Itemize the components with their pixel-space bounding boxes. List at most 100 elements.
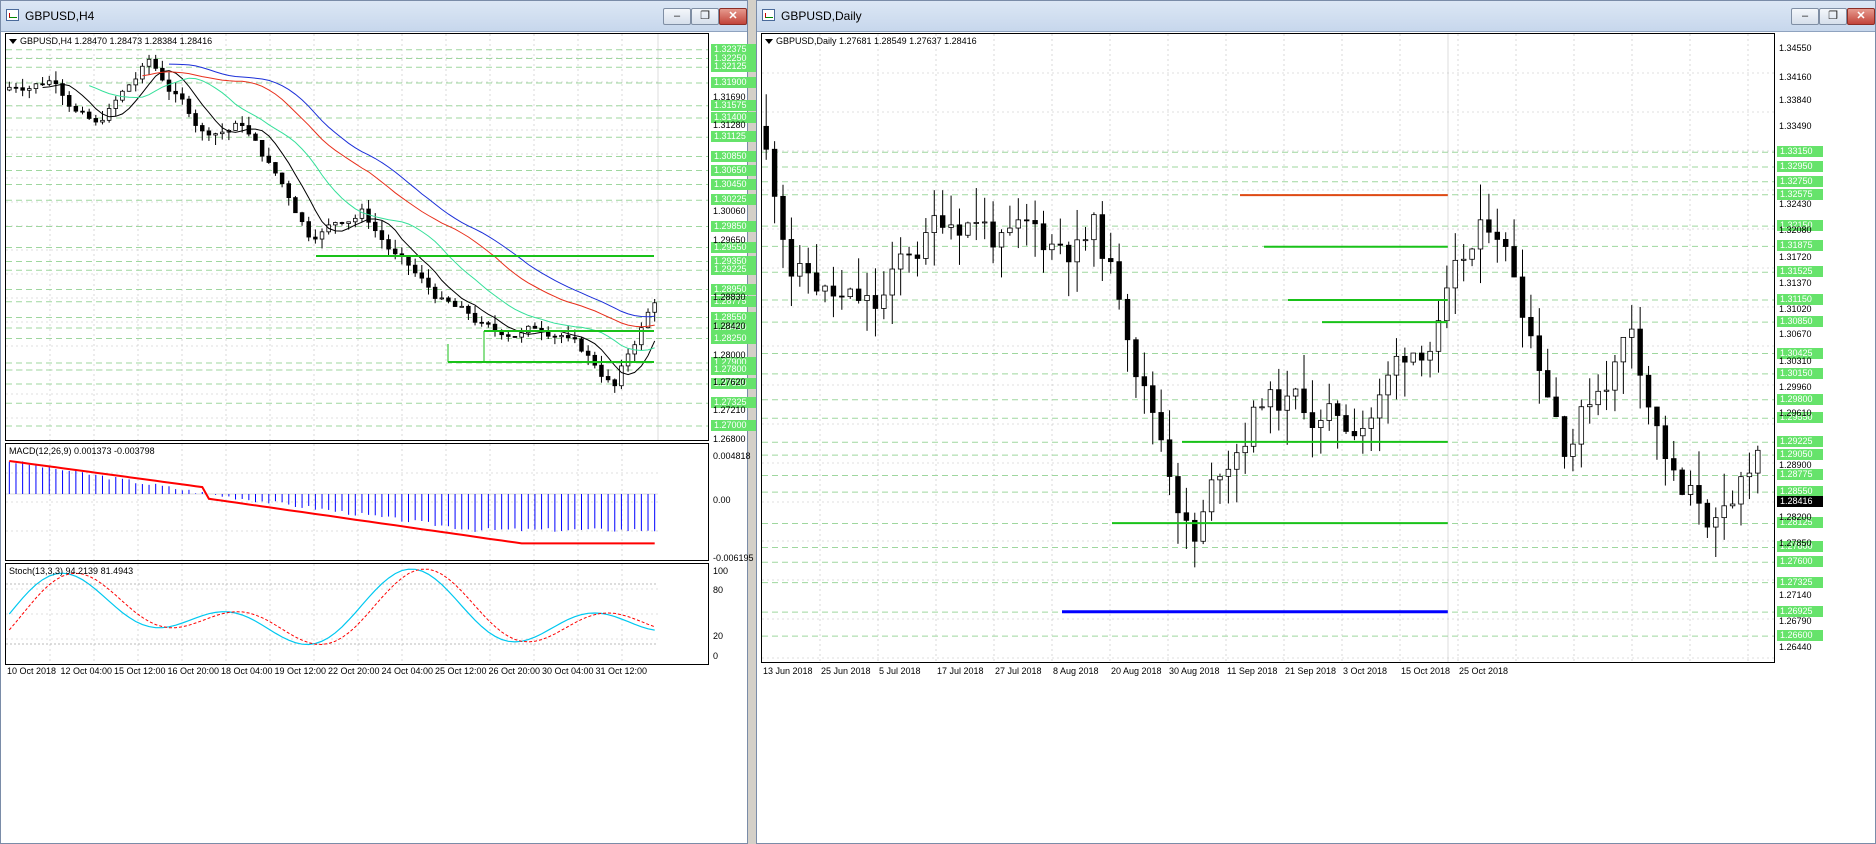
daily-candle bbox=[914, 254, 921, 259]
h4-candle bbox=[446, 297, 451, 302]
h4-time-label: 12 Oct 04:00 bbox=[60, 666, 113, 676]
daily-candle bbox=[906, 253, 912, 256]
daily-candle bbox=[1469, 248, 1475, 260]
daily-price-label: 1.34550 bbox=[1779, 42, 1812, 53]
h4-symbol-info: GBPUSD,H4 1.28470 1.28473 1.28384 1.2841… bbox=[9, 36, 212, 46]
daily-candle bbox=[1175, 476, 1181, 514]
macd-pane[interactable]: MACD(12,26,9) 0.001373 -0.003798 bbox=[5, 443, 709, 561]
daily-candle bbox=[897, 253, 904, 270]
h4-candle bbox=[299, 212, 305, 223]
h4-candle bbox=[625, 353, 631, 367]
h4-candle bbox=[213, 133, 218, 136]
left-chart-window[interactable]: GBPUSD,H4 – ❐ ✕ GBPUSD,H4 1.28470 1.2847… bbox=[0, 0, 757, 844]
daily-price-label: 1.33840 bbox=[1779, 95, 1812, 106]
daily-price-label: 1.29610 bbox=[1779, 407, 1812, 418]
minimize-button[interactable]: – bbox=[663, 8, 691, 25]
daily-candle bbox=[771, 148, 778, 197]
right-title-bar[interactable]: GBPUSD,Daily – ❐ ✕ bbox=[757, 1, 1875, 32]
daily-price-pane[interactable]: GBPUSD,Daily 1.27681 1.28549 1.27637 1.2… bbox=[761, 33, 1775, 663]
macd-plot bbox=[6, 444, 658, 560]
daily-candle bbox=[1578, 406, 1585, 445]
stoch-signal-line bbox=[8, 568, 655, 646]
h4-candle bbox=[346, 221, 351, 224]
right-chart-area[interactable]: GBPUSD,Daily 1.27681 1.28549 1.27637 1.2… bbox=[761, 33, 1873, 843]
close-icon: ✕ bbox=[728, 10, 738, 22]
daily-candle bbox=[1108, 258, 1114, 263]
stoch-axis-label: 20 bbox=[713, 631, 724, 641]
h4-price-label: 1.27210 bbox=[713, 405, 746, 416]
daily-price-label: 1.30310 bbox=[1779, 356, 1812, 367]
h4-candle bbox=[353, 217, 358, 223]
h4-candle bbox=[133, 78, 138, 86]
daily-candle bbox=[1234, 452, 1240, 470]
h4-level-tag: 1.30225 bbox=[711, 194, 757, 206]
left-title-bar[interactable]: GBPUSD,H4 – ❐ ✕ bbox=[1, 1, 747, 32]
h4-candle bbox=[120, 90, 125, 101]
daily-candle bbox=[1410, 352, 1416, 363]
h4-time-label: 19 Oct 12:00 bbox=[274, 666, 327, 676]
h4-candle bbox=[605, 376, 611, 381]
right-chart-window[interactable]: GBPUSD,Daily – ❐ ✕ GBPUSD,Daily 1.27681 … bbox=[756, 0, 1876, 844]
h4-time-label: 30 Oct 04:00 bbox=[542, 666, 594, 676]
daily-candle bbox=[1587, 404, 1593, 408]
stoch-pane[interactable]: Stoch(13,3,3) 94.2139 81.4943 bbox=[5, 563, 709, 665]
restore-icon: ❐ bbox=[1828, 10, 1838, 22]
h4-candle bbox=[60, 83, 65, 96]
close-button[interactable]: ✕ bbox=[1847, 8, 1875, 25]
daily-level-tag: 1.31525 bbox=[1777, 266, 1823, 278]
daily-price-label: 1.31720 bbox=[1779, 251, 1812, 262]
daily-candle bbox=[1721, 505, 1727, 519]
h4-candle bbox=[7, 86, 12, 91]
h4-time-label: 24 Oct 04:00 bbox=[381, 666, 434, 676]
daily-candle bbox=[1679, 469, 1685, 495]
daily-candle bbox=[1007, 227, 1013, 234]
daily-candle bbox=[1250, 406, 1257, 447]
h4-level-tag: 1.27000 bbox=[711, 420, 757, 431]
h4-candle bbox=[559, 335, 564, 338]
daily-candle bbox=[998, 232, 1005, 248]
daily-candle bbox=[948, 224, 954, 228]
daily-symbol-info: GBPUSD,Daily 1.27681 1.28549 1.27637 1.2… bbox=[765, 36, 977, 46]
daily-level-tag: 1.29225 bbox=[1777, 436, 1823, 448]
daily-time-axis: 13 Jun 2018 25 Jun 2018 5 Jul 2018 17 Jul 2… bbox=[761, 663, 1775, 679]
h4-candle bbox=[73, 105, 79, 112]
daily-candle bbox=[813, 272, 820, 292]
daily-candle bbox=[1553, 396, 1559, 418]
daily-candle bbox=[1032, 220, 1038, 225]
h4-candle bbox=[266, 155, 272, 163]
h4-time-label: 26 Oct 20:00 bbox=[488, 666, 541, 676]
h4-candle bbox=[552, 335, 558, 338]
daily-time-label: 3 Oct 2018 bbox=[1343, 666, 1388, 676]
h4-candle bbox=[579, 338, 584, 352]
daily-level-tag: 1.27325 bbox=[1777, 576, 1823, 588]
daily-candle bbox=[1225, 468, 1232, 477]
daily-price-label: 1.31370 bbox=[1779, 277, 1812, 288]
h4-price-pane[interactable]: GBPUSD,H4 1.28470 1.28473 1.28384 1.2841… bbox=[5, 33, 709, 441]
minimize-icon: – bbox=[1801, 10, 1809, 22]
minimize-button[interactable]: – bbox=[1791, 8, 1819, 25]
daily-candle bbox=[1217, 475, 1223, 481]
chart-window-icon bbox=[762, 9, 775, 21]
h4-candle bbox=[466, 305, 471, 314]
daily-candle bbox=[1494, 231, 1501, 240]
daily-candle bbox=[889, 268, 895, 296]
h4-level-tag: 1.27800 bbox=[711, 364, 757, 375]
macd-axis-label: 0.004818 bbox=[713, 451, 751, 461]
h4-candle bbox=[339, 222, 345, 224]
daily-level-tag: 1.32750 bbox=[1777, 175, 1823, 187]
daily-time-label: 13 Jun 2018 bbox=[763, 666, 813, 676]
daily-candle bbox=[1435, 320, 1442, 352]
daily-candle bbox=[1057, 243, 1064, 246]
daily-time-label: 25 Oct 2018 bbox=[1459, 666, 1509, 676]
daily-level-tag: 1.32950 bbox=[1777, 160, 1823, 172]
h4-time-label: 10 Oct 2018 bbox=[7, 666, 57, 676]
restore-button[interactable]: ❐ bbox=[1819, 8, 1847, 25]
left-chart-area[interactable]: GBPUSD,H4 1.28470 1.28473 1.28384 1.2841… bbox=[5, 33, 757, 843]
daily-candle bbox=[1536, 335, 1543, 371]
ma-aqua bbox=[89, 77, 655, 352]
close-button[interactable]: ✕ bbox=[719, 8, 747, 25]
daily-candle bbox=[855, 288, 862, 301]
restore-button[interactable]: ❐ bbox=[691, 8, 719, 25]
daily-candle bbox=[1620, 336, 1627, 363]
h4-price-label: 1.30060 bbox=[713, 205, 746, 216]
